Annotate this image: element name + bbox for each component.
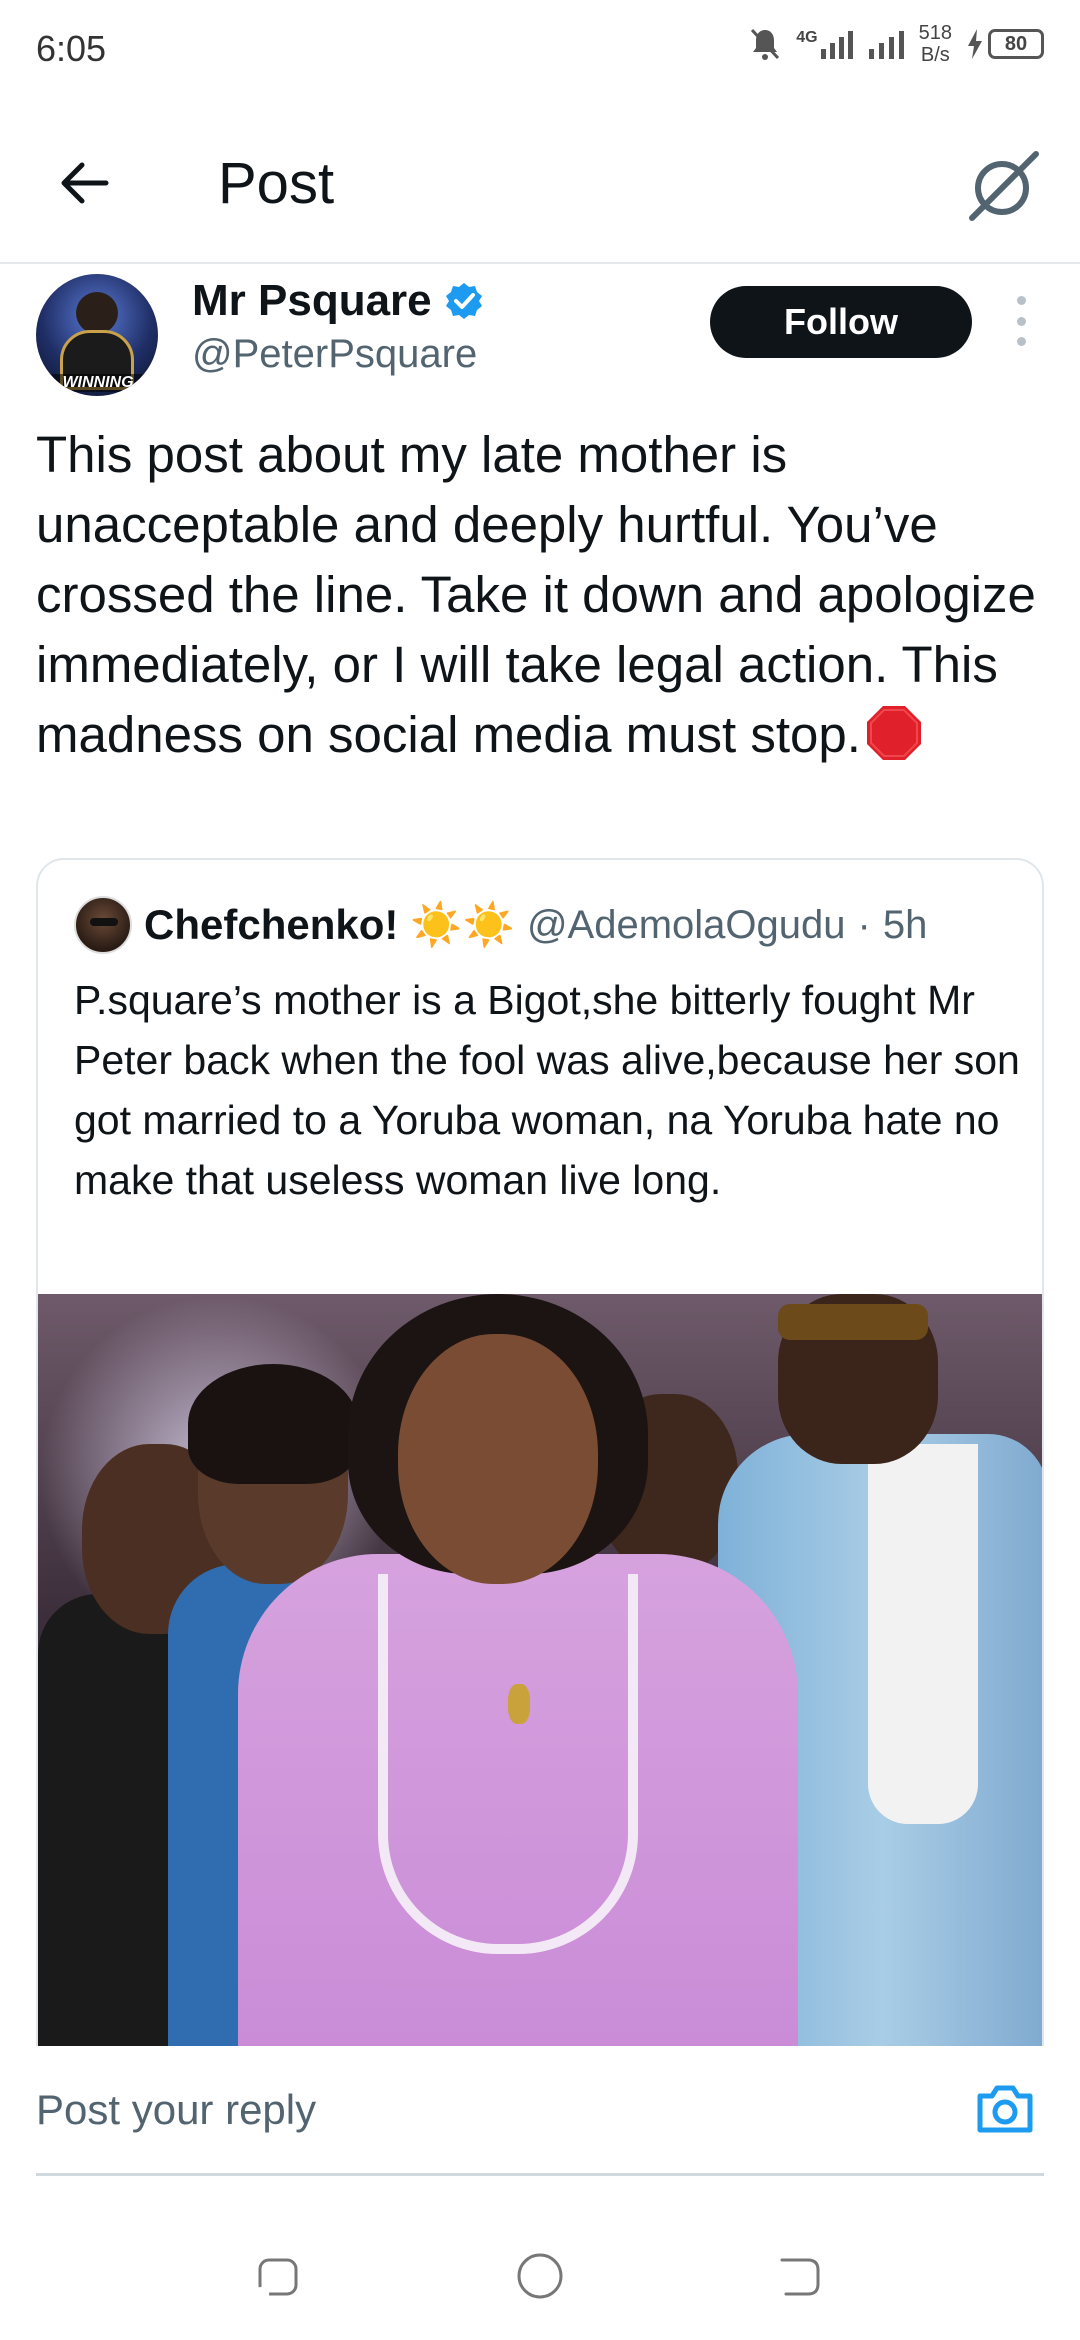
author-name[interactable]: Mr Psquare xyxy=(192,276,432,326)
home-icon[interactable] xyxy=(512,2248,568,2304)
status-bar: 6:05 4G 518 B/s 80 xyxy=(0,0,1080,100)
net-speed-unit: B/s xyxy=(920,44,950,66)
photo-man-right-sunglasses xyxy=(778,1304,928,1340)
battery: 80 xyxy=(966,29,1044,59)
post-body: This post about my late mother is unacce… xyxy=(36,420,1046,770)
author-name-row[interactable]: Mr Psquare xyxy=(192,276,484,326)
quoted-post-photo[interactable] xyxy=(38,1294,1042,2096)
net-speed: 518 B/s xyxy=(919,22,952,66)
photo-pendant xyxy=(508,1684,530,1724)
quoted-post-text: P.square’s mother is a Bigot,she bitterl… xyxy=(74,977,1020,1203)
charging-icon xyxy=(968,29,982,59)
quoted-author-avatar xyxy=(74,896,132,954)
photo-pink-suit-collar xyxy=(378,1574,638,1954)
quoted-post-card[interactable]: Chefchenko! ☀️☀️ @AdemolaOgudu · 5h P.sq… xyxy=(36,858,1044,2098)
follow-button[interactable]: Follow xyxy=(710,286,972,358)
signal-4g-icon: 4G xyxy=(796,29,854,59)
stop-sign-icon xyxy=(866,706,921,760)
quoted-author-emoji: ☀️☀️ xyxy=(410,900,515,948)
author-handle[interactable]: @PeterPsquare xyxy=(192,332,477,377)
more-options-icon[interactable] xyxy=(1006,296,1036,346)
battery-level: 80 xyxy=(988,29,1044,59)
back-nav-icon[interactable] xyxy=(772,2248,828,2304)
post-screen: 6:05 4G 518 B/s 80 Post WINNING Mr Psqua… xyxy=(0,0,1080,2340)
verified-badge-icon xyxy=(445,283,482,319)
net-speed-value: 518 xyxy=(918,22,952,44)
author-avatar[interactable]: WINNING xyxy=(36,274,158,396)
quoted-author-name: Chefchenko! xyxy=(144,901,399,948)
recent-apps-icon[interactable] xyxy=(250,2248,306,2304)
quoted-post-header: Chefchenko! ☀️☀️ @AdemolaOgudu · 5h xyxy=(74,896,927,954)
system-nav-bar xyxy=(0,2176,1080,2340)
photo-man-right-shirt xyxy=(868,1444,978,1824)
network-type: 4G xyxy=(796,29,818,46)
more-dot xyxy=(1016,316,1026,326)
mute-bell-icon xyxy=(751,28,780,60)
avatar-figure-head xyxy=(76,292,118,334)
quoted-separator: · xyxy=(857,902,871,947)
more-dot xyxy=(1016,337,1026,346)
quoted-time: 5h xyxy=(882,902,928,947)
reply-bar: Post your reply xyxy=(0,2046,1080,2176)
photo-woman-pink-face xyxy=(398,1334,598,1584)
quoted-author-handle: @AdemolaOgudu xyxy=(526,902,846,947)
status-time: 6:05 xyxy=(36,28,107,69)
photo-woman-blue-hair xyxy=(188,1364,358,1484)
signal-bars-icon xyxy=(868,31,904,59)
page-title: Post xyxy=(218,151,335,216)
status-icons: 4G 518 B/s 80 xyxy=(748,22,1044,66)
more-dot xyxy=(1016,296,1026,305)
arrow-left-icon[interactable] xyxy=(50,148,120,218)
camera-icon[interactable] xyxy=(972,2076,1038,2142)
grok-icon[interactable] xyxy=(964,146,1044,226)
top-app-bar: Post xyxy=(0,100,1080,264)
reply-input[interactable]: Post your reply xyxy=(36,2046,1044,2176)
avatar-caption: WINNING xyxy=(50,374,146,392)
